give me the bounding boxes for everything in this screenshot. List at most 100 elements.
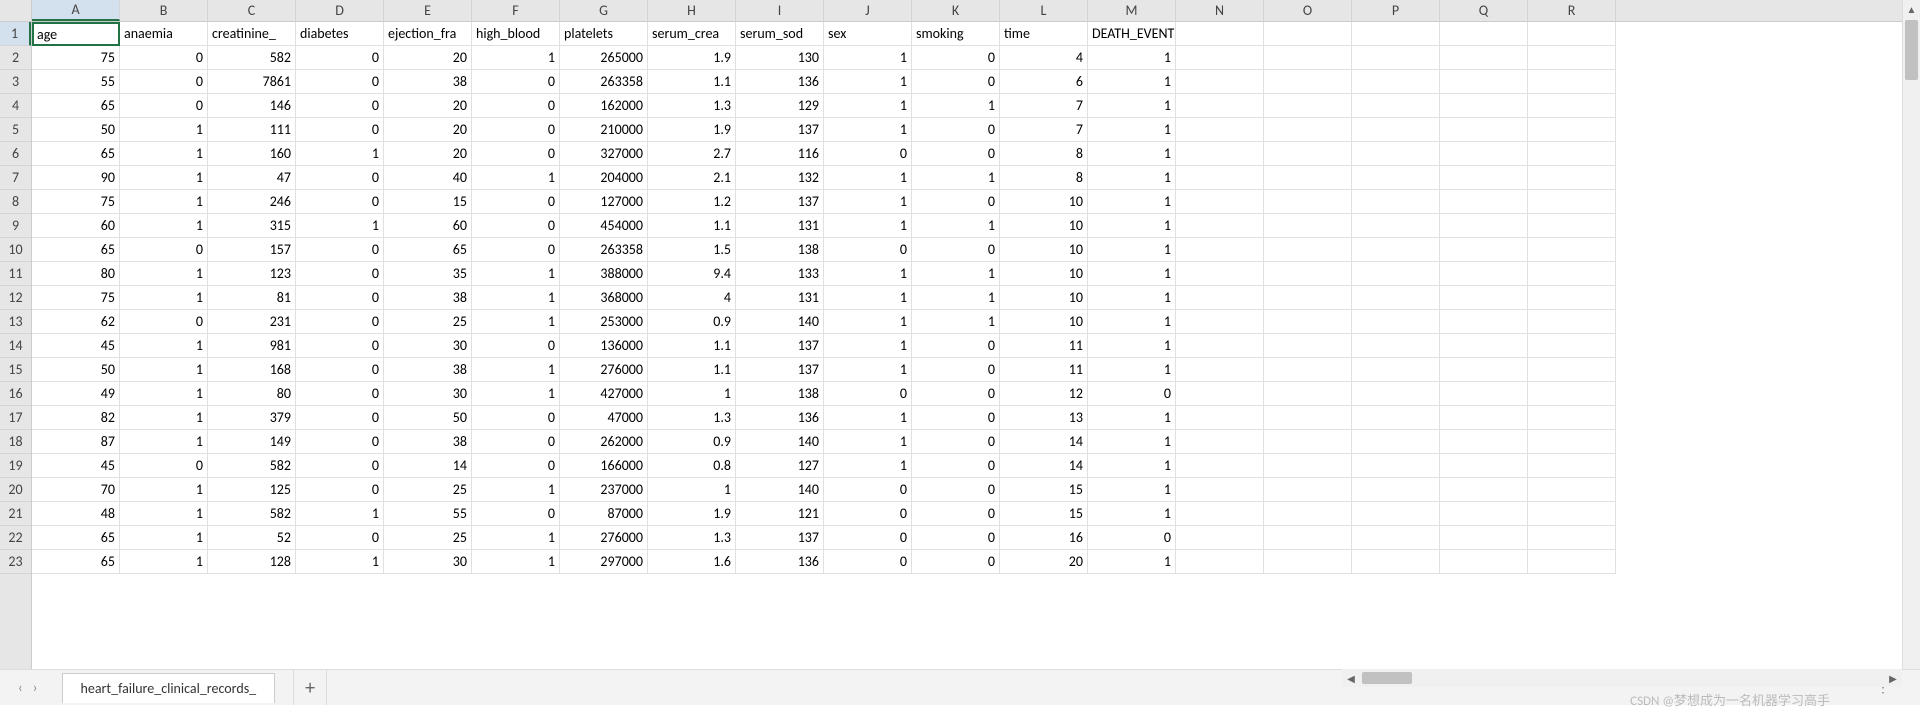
cell-L17[interactable]: 13	[1000, 406, 1088, 430]
cell-H9[interactable]: 1.1	[648, 214, 736, 238]
cell-P11[interactable]	[1352, 262, 1440, 286]
row-header-15[interactable]: 15	[0, 358, 31, 382]
cell-C16[interactable]: 80	[208, 382, 296, 406]
cell-M13[interactable]: 1	[1088, 310, 1176, 334]
cell-H16[interactable]: 1	[648, 382, 736, 406]
cell-C23[interactable]: 128	[208, 550, 296, 574]
cell-K11[interactable]: 1	[912, 262, 1000, 286]
cell-D5[interactable]: 0	[296, 118, 384, 142]
row-header-17[interactable]: 17	[0, 406, 31, 430]
cell-A6[interactable]: 65	[32, 142, 120, 166]
cell-O18[interactable]	[1264, 430, 1352, 454]
cell-M7[interactable]: 1	[1088, 166, 1176, 190]
cell-E12[interactable]: 38	[384, 286, 472, 310]
cell-G1[interactable]: platelets	[560, 22, 648, 46]
cell-K17[interactable]: 0	[912, 406, 1000, 430]
cell-F9[interactable]: 0	[472, 214, 560, 238]
cell-G8[interactable]: 127000	[560, 190, 648, 214]
cell-R2[interactable]	[1528, 46, 1616, 70]
row-header-9[interactable]: 9	[0, 214, 31, 238]
cell-K1[interactable]: smoking	[912, 22, 1000, 46]
cell-K4[interactable]: 1	[912, 94, 1000, 118]
cell-M11[interactable]: 1	[1088, 262, 1176, 286]
cell-H23[interactable]: 1.6	[648, 550, 736, 574]
cell-I17[interactable]: 136	[736, 406, 824, 430]
cell-H19[interactable]: 0.8	[648, 454, 736, 478]
cell-B13[interactable]: 0	[120, 310, 208, 334]
cell-L12[interactable]: 10	[1000, 286, 1088, 310]
cell-C22[interactable]: 52	[208, 526, 296, 550]
cell-P1[interactable]	[1352, 22, 1440, 46]
cell-E10[interactable]: 65	[384, 238, 472, 262]
cell-L19[interactable]: 14	[1000, 454, 1088, 478]
cell-J5[interactable]: 1	[824, 118, 912, 142]
cell-G12[interactable]: 368000	[560, 286, 648, 310]
cell-L8[interactable]: 10	[1000, 190, 1088, 214]
cell-L22[interactable]: 16	[1000, 526, 1088, 550]
cell-F7[interactable]: 1	[472, 166, 560, 190]
cell-M5[interactable]: 1	[1088, 118, 1176, 142]
cell-J7[interactable]: 1	[824, 166, 912, 190]
row-header-13[interactable]: 13	[0, 310, 31, 334]
cell-O9[interactable]	[1264, 214, 1352, 238]
cell-L7[interactable]: 8	[1000, 166, 1088, 190]
cell-Q11[interactable]	[1440, 262, 1528, 286]
cell-C19[interactable]: 582	[208, 454, 296, 478]
cell-K6[interactable]: 0	[912, 142, 1000, 166]
cell-G23[interactable]: 297000	[560, 550, 648, 574]
cell-R1[interactable]	[1528, 22, 1616, 46]
cell-C11[interactable]: 123	[208, 262, 296, 286]
cell-Q12[interactable]	[1440, 286, 1528, 310]
cell-D20[interactable]: 0	[296, 478, 384, 502]
cell-K16[interactable]: 0	[912, 382, 1000, 406]
cell-H13[interactable]: 0.9	[648, 310, 736, 334]
column-header-I[interactable]: I	[736, 0, 824, 21]
cell-N10[interactable]	[1176, 238, 1264, 262]
cell-D9[interactable]: 1	[296, 214, 384, 238]
cell-P15[interactable]	[1352, 358, 1440, 382]
cell-E18[interactable]: 38	[384, 430, 472, 454]
cell-N4[interactable]	[1176, 94, 1264, 118]
cell-N17[interactable]	[1176, 406, 1264, 430]
cell-C7[interactable]: 47	[208, 166, 296, 190]
cell-J23[interactable]: 0	[824, 550, 912, 574]
cell-D19[interactable]: 0	[296, 454, 384, 478]
cell-I21[interactable]: 121	[736, 502, 824, 526]
cell-P21[interactable]	[1352, 502, 1440, 526]
cell-J12[interactable]: 1	[824, 286, 912, 310]
cell-R17[interactable]	[1528, 406, 1616, 430]
cell-J11[interactable]: 1	[824, 262, 912, 286]
cell-P18[interactable]	[1352, 430, 1440, 454]
vertical-scroll-thumb[interactable]	[1905, 20, 1918, 80]
cell-O23[interactable]	[1264, 550, 1352, 574]
cell-A3[interactable]: 55	[32, 70, 120, 94]
column-header-R[interactable]: R	[1528, 0, 1616, 21]
cell-G10[interactable]: 263358	[560, 238, 648, 262]
cell-H8[interactable]: 1.2	[648, 190, 736, 214]
cell-E13[interactable]: 25	[384, 310, 472, 334]
cell-R8[interactable]	[1528, 190, 1616, 214]
cell-R9[interactable]	[1528, 214, 1616, 238]
cell-A22[interactable]: 65	[32, 526, 120, 550]
cell-J14[interactable]: 1	[824, 334, 912, 358]
cell-B1[interactable]: anaemia	[120, 22, 208, 46]
cell-P12[interactable]	[1352, 286, 1440, 310]
cell-M15[interactable]: 1	[1088, 358, 1176, 382]
cell-O13[interactable]	[1264, 310, 1352, 334]
cell-A23[interactable]: 65	[32, 550, 120, 574]
cell-B12[interactable]: 1	[120, 286, 208, 310]
cell-O14[interactable]	[1264, 334, 1352, 358]
cell-I6[interactable]: 116	[736, 142, 824, 166]
cell-O1[interactable]	[1264, 22, 1352, 46]
cell-I12[interactable]: 131	[736, 286, 824, 310]
cell-F23[interactable]: 1	[472, 550, 560, 574]
cell-C1[interactable]: creatinine_	[208, 22, 296, 46]
cell-P9[interactable]	[1352, 214, 1440, 238]
cell-A2[interactable]: 75	[32, 46, 120, 70]
cell-O20[interactable]	[1264, 478, 1352, 502]
row-header-18[interactable]: 18	[0, 430, 31, 454]
cell-C12[interactable]: 81	[208, 286, 296, 310]
column-header-A[interactable]: A	[32, 0, 120, 21]
cell-M19[interactable]: 1	[1088, 454, 1176, 478]
row-header-11[interactable]: 11	[0, 262, 31, 286]
